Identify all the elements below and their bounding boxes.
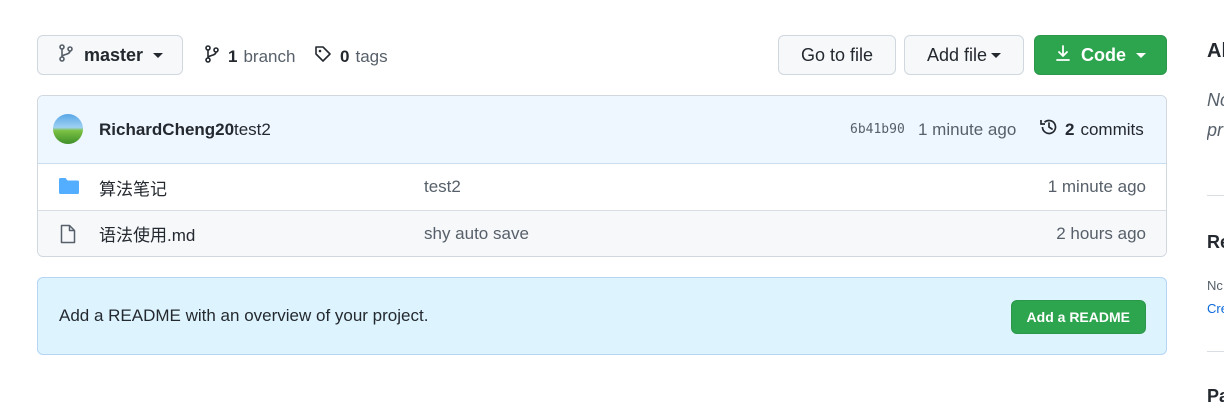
download-icon bbox=[1055, 44, 1071, 67]
commit-time[interactable]: 1 minute ago bbox=[918, 120, 1016, 140]
commit-count: 2 bbox=[1065, 119, 1075, 139]
releases-text: Nc bbox=[1207, 278, 1223, 293]
about-description: Nc bbox=[1207, 90, 1224, 110]
file-list-box: RichardCheng20 test2 6b41b90 1 minute ag… bbox=[37, 95, 1167, 257]
file-time: 1 minute ago bbox=[1047, 177, 1146, 196]
file-commit-message[interactable]: test2 bbox=[424, 177, 461, 197]
commit-sha[interactable]: 6b41b90 bbox=[850, 122, 905, 137]
branch-selector-button[interactable]: master bbox=[37, 35, 183, 75]
tags-link[interactable]: 0 tags bbox=[314, 45, 388, 68]
file-time: 2 hours ago bbox=[1056, 223, 1146, 243]
file-name[interactable]: 语法使用.md bbox=[99, 221, 195, 246]
go-to-file-label: Go to file bbox=[800, 44, 874, 65]
go-to-file-button[interactable]: Go to file bbox=[778, 35, 896, 75]
add-file-button[interactable]: Add file bbox=[904, 35, 1024, 75]
about-sidebar: Al Nc pr Re Nc Cre Pa bbox=[1207, 0, 1224, 407]
about-description-line2: pr bbox=[1207, 120, 1224, 140]
history-icon bbox=[1039, 117, 1059, 142]
branch-count: 1 bbox=[228, 46, 238, 66]
folder-icon bbox=[58, 177, 80, 200]
add-file-label: Add file bbox=[926, 44, 988, 65]
code-button[interactable]: Code bbox=[1034, 35, 1167, 75]
tag-label: tags bbox=[355, 46, 388, 66]
file-row[interactable]: 算法笔记 test2 1 minute ago bbox=[38, 164, 1166, 210]
avatar[interactable] bbox=[53, 114, 83, 144]
code-label: Code bbox=[1081, 44, 1126, 65]
about-heading: Al bbox=[1207, 40, 1224, 62]
tag-count: 0 bbox=[340, 46, 350, 66]
commit-message[interactable]: test2 bbox=[234, 120, 271, 140]
chevron-down-icon bbox=[1136, 52, 1146, 58]
branch-name: master bbox=[84, 44, 144, 65]
file-name[interactable]: 算法笔记 bbox=[99, 175, 167, 200]
branches-link[interactable]: 1 branch bbox=[204, 45, 295, 68]
add-readme-button[interactable]: Add a README bbox=[1010, 300, 1146, 334]
commit-label: commits bbox=[1080, 119, 1144, 139]
latest-commit-bar: RichardCheng20 test2 6b41b90 1 minute ag… bbox=[38, 96, 1166, 164]
file-commit-message[interactable]: shy auto save bbox=[424, 224, 529, 244]
packages-heading[interactable]: Pa bbox=[1207, 386, 1224, 407]
commit-author[interactable]: RichardCheng20 bbox=[99, 120, 234, 140]
git-branch-icon bbox=[204, 45, 220, 68]
releases-heading[interactable]: Re bbox=[1207, 232, 1224, 253]
chevron-down-icon bbox=[991, 52, 1002, 58]
divider bbox=[1207, 351, 1224, 352]
commits-link[interactable]: 2 commits bbox=[1039, 117, 1144, 142]
git-branch-icon bbox=[58, 43, 74, 67]
create-release-link[interactable]: Cre bbox=[1207, 301, 1224, 316]
branch-label: branch bbox=[243, 46, 296, 66]
file-row[interactable]: 语法使用.md shy auto save 2 hours ago bbox=[38, 210, 1166, 256]
tag-icon bbox=[314, 45, 332, 68]
chevron-down-icon bbox=[153, 52, 164, 58]
file-icon bbox=[60, 224, 76, 249]
readme-prompt-text: Add a README with an overview of your pr… bbox=[59, 306, 429, 325]
readme-prompt: Add a README with an overview of your pr… bbox=[37, 277, 1167, 355]
divider bbox=[1207, 195, 1224, 196]
